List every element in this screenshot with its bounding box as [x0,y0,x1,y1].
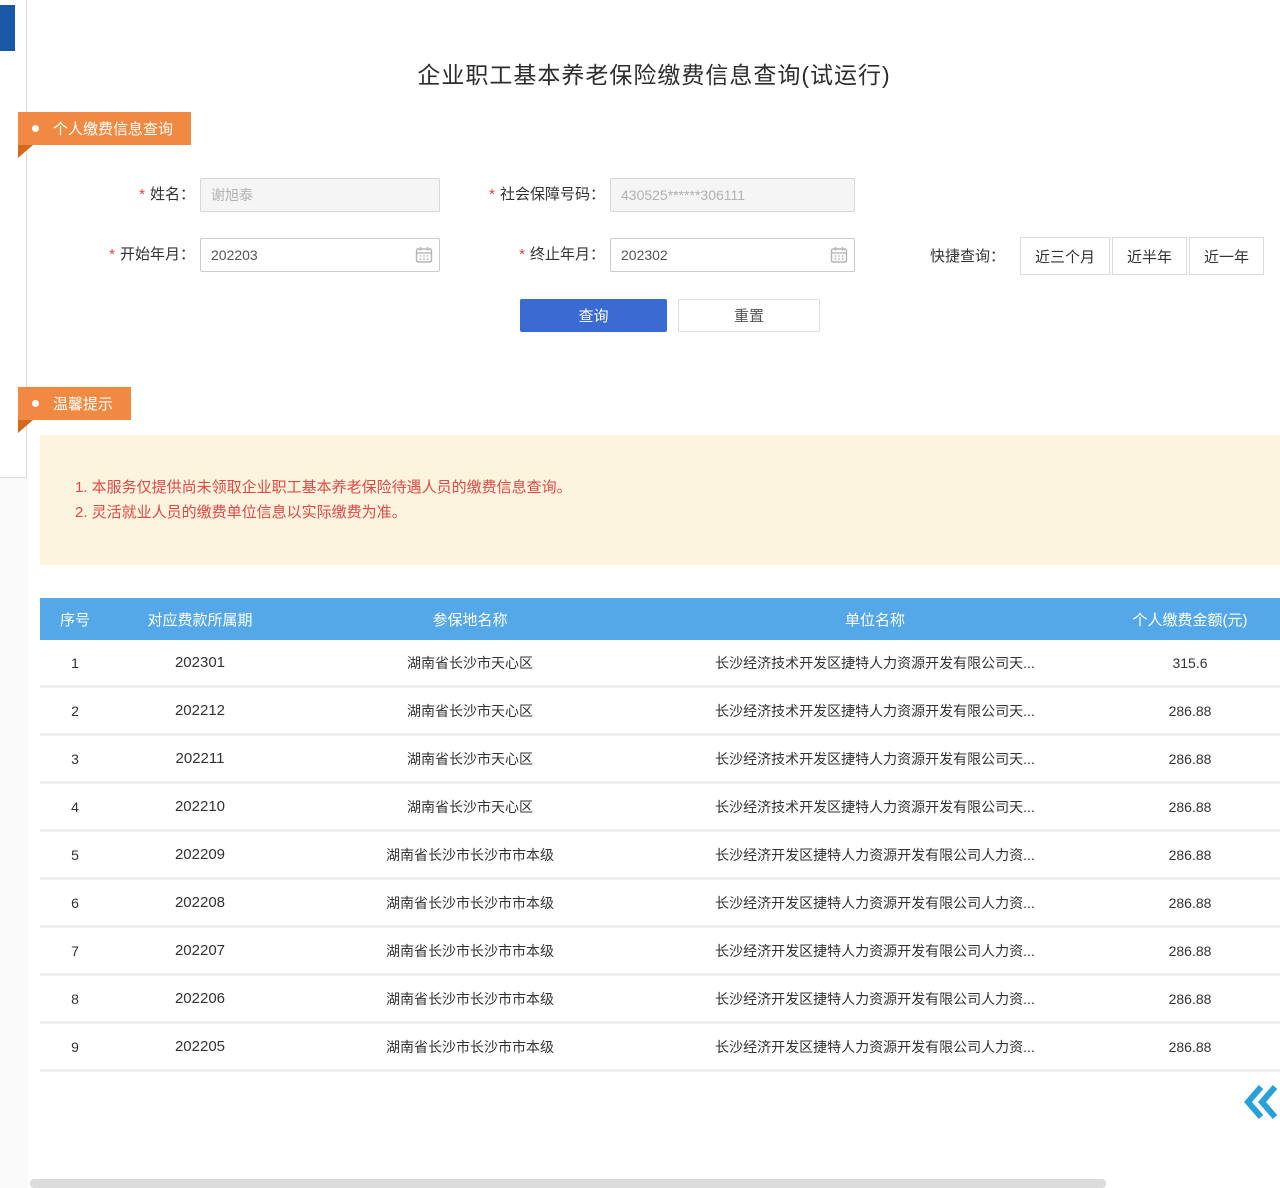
reset-button[interactable]: 重置 [678,299,820,332]
tips-box: 1. 本服务仅提供尚未领取企业职工基本养老保险待遇人员的缴费信息查询。 2. 灵… [40,435,1280,565]
required-asterisk: * [489,186,495,203]
table-row: 9202205湖南省长沙市长沙市市本级长沙经济开发区捷特人力资源开发有限公司人力… [40,1024,1280,1072]
start-month-field[interactable] [200,238,440,272]
sidebar-corner-tab[interactable] [0,5,15,51]
table-row: 4202210湖南省长沙市天心区长沙经济技术开发区捷特人力资源开发有限公司天..… [40,784,1280,832]
table-cell: 湖南省长沙市天心区 [290,653,650,673]
name-field[interactable] [200,178,440,212]
table-row: 1202301湖南省长沙市天心区长沙经济技术开发区捷特人力资源开发有限公司天..… [40,640,1280,688]
section-badge-personal-payment-query: 个人缴费信息查询 [18,112,191,145]
table-header-cell: 个人缴费金额(元) [1100,609,1280,630]
end-month-field[interactable] [610,238,855,272]
table-cell: 5 [40,847,110,863]
table-row: 6202208湖南省长沙市长沙市市本级长沙经济开发区捷特人力资源开发有限公司人力… [40,880,1280,928]
table-cell: 286.88 [1100,703,1280,719]
quick-query-label: 快捷查询： [930,238,1005,275]
table-cell: 286.88 [1100,751,1280,767]
table-row: 3202211湖南省长沙市天心区长沙经济技术开发区捷特人力资源开发有限公司天..… [40,736,1280,784]
table-cell: 长沙经济开发区捷特人力资源开发有限公司人力资... [650,989,1100,1009]
table-header-cell: 参保地名称 [290,609,650,630]
table-cell: 2 [40,703,110,719]
table-cell: 湖南省长沙市长沙市市本级 [290,1037,650,1057]
required-asterisk: * [519,246,525,263]
table-cell: 8 [40,991,110,1007]
table-cell: 286.88 [1100,1039,1280,1055]
table-cell: 湖南省长沙市长沙市市本级 [290,989,650,1009]
table-cell: 3 [40,751,110,767]
table-row: 2202212湖南省长沙市天心区长沙经济技术开发区捷特人力资源开发有限公司天..… [40,688,1280,736]
table-cell: 202209 [110,846,290,863]
ribbon-fold [18,420,33,433]
quick-btn-last-3-months[interactable]: 近三个月 [1020,237,1110,275]
table-row: 8202206湖南省长沙市长沙市市本级长沙经济开发区捷特人力资源开发有限公司人力… [40,976,1280,1024]
table-cell: 202206 [110,990,290,1007]
table-cell: 286.88 [1100,895,1280,911]
section-badge-tips: 温馨提示 [18,387,131,420]
bullet-dot-icon [32,400,39,407]
required-asterisk: * [109,246,115,263]
table-row: 5202209湖南省长沙市长沙市市本级长沙经济开发区捷特人力资源开发有限公司人力… [40,832,1280,880]
table-cell: 湖南省长沙市长沙市市本级 [290,893,650,913]
table-cell: 286.88 [1100,847,1280,863]
table-cell: 315.6 [1100,655,1280,671]
table-header-cell: 单位名称 [650,609,1100,630]
table-header-cell: 序号 [40,609,110,630]
table-cell: 9 [40,1039,110,1055]
ssn-label: *社会保障号码： [455,178,605,212]
table-header-cell: 对应费款所属期 [110,609,290,630]
table-header-row: 序号对应费款所属期参保地名称单位名称个人缴费金额(元) [40,598,1280,640]
table-cell: 202211 [110,750,290,767]
table-cell: 长沙经济技术开发区捷特人力资源开发有限公司天... [650,701,1100,721]
table-cell: 202205 [110,1038,290,1055]
calendar-icon[interactable] [830,246,848,264]
table-cell: 286.88 [1100,991,1280,1007]
table-cell: 6 [40,895,110,911]
table-cell: 4 [40,799,110,815]
table-cell: 湖南省长沙市天心区 [290,701,650,721]
ribbon-fold [18,145,33,158]
bullet-dot-icon [32,125,39,132]
table-cell: 1 [40,655,110,671]
section-badge-label: 温馨提示 [53,393,113,414]
table-cell: 长沙经济开发区捷特人力资源开发有限公司人力资... [650,845,1100,865]
section-badge-label: 个人缴费信息查询 [53,118,173,139]
table-cell: 202301 [110,654,290,671]
table-cell: 202208 [110,894,290,911]
table-cell: 202210 [110,798,290,815]
start-month-label: *开始年月： [80,238,195,272]
name-label: *姓名： [90,178,195,212]
horizontal-scrollbar[interactable] [30,1179,1106,1188]
quick-btn-last-year[interactable]: 近一年 [1189,237,1264,275]
table-cell: 长沙经济开发区捷特人力资源开发有限公司人力资... [650,941,1100,961]
table-cell: 286.88 [1100,943,1280,959]
table-row: 7202207湖南省长沙市长沙市市本级长沙经济开发区捷特人力资源开发有限公司人力… [40,928,1280,976]
calendar-icon[interactable] [415,246,433,264]
table-cell: 长沙经济技术开发区捷特人力资源开发有限公司天... [650,797,1100,817]
query-button[interactable]: 查询 [520,299,667,332]
table-body: 1202301湖南省长沙市天心区长沙经济技术开发区捷特人力资源开发有限公司天..… [40,640,1280,1072]
tip-line: 1. 本服务仅提供尚未领取企业职工基本养老保险待遇人员的缴费信息查询。 [75,475,1260,500]
table-cell: 7 [40,943,110,959]
table-cell: 202207 [110,942,290,959]
table-cell: 长沙经济开发区捷特人力资源开发有限公司人力资... [650,1037,1100,1057]
table-cell: 长沙经济技术开发区捷特人力资源开发有限公司天... [650,749,1100,769]
table-cell: 湖南省长沙市天心区 [290,797,650,817]
table-cell: 湖南省长沙市长沙市市本级 [290,941,650,961]
table-cell: 湖南省长沙市长沙市市本级 [290,845,650,865]
table-cell: 202212 [110,702,290,719]
results-table: 序号对应费款所属期参保地名称单位名称个人缴费金额(元) 1202301湖南省长沙… [40,598,1280,1072]
quick-query-group: 近三个月 近半年 近一年 [1020,237,1264,275]
table-cell: 286.88 [1100,799,1280,815]
end-month-label: *终止年月： [490,238,605,272]
table-cell: 长沙经济技术开发区捷特人力资源开发有限公司天... [650,653,1100,673]
ssn-field[interactable] [610,178,855,212]
quick-btn-last-half-year[interactable]: 近半年 [1112,237,1187,275]
table-cell: 湖南省长沙市天心区 [290,749,650,769]
double-chevron-left-icon[interactable] [1242,1083,1278,1121]
page-title: 企业职工基本养老保险缴费信息查询(试运行) [28,56,1280,90]
tip-line: 2. 灵活就业人员的缴费单位信息以实际缴费为准。 [75,500,1260,525]
table-cell: 长沙经济开发区捷特人力资源开发有限公司人力资... [650,893,1100,913]
required-asterisk: * [139,186,145,203]
